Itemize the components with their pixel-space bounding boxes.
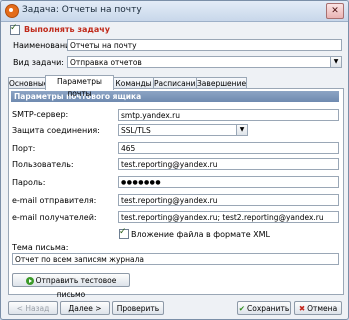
chevron-down-icon[interactable]: ▼ <box>330 57 341 67</box>
security-select[interactable]: SSL/TLS ▼ <box>118 124 248 136</box>
close-icon: ✖ <box>298 304 306 313</box>
save-label: Сохранить <box>247 304 290 313</box>
execute-task-label: Выполнять задачу <box>24 25 110 34</box>
mail-params-panel: Параметры почтового ящика SMTP-сервер: s… <box>8 88 344 299</box>
task-window: Задача: Отчеты на почту ✕ Выполнять зада… <box>0 0 349 320</box>
name-input[interactable]: Отчеты на почту <box>67 39 342 51</box>
app-icon <box>5 4 19 18</box>
back-button[interactable]: < Назад <box>8 301 58 315</box>
title-bar[interactable]: Задача: Отчеты на почту ✕ <box>1 1 348 22</box>
window-title: Задача: Отчеты на почту <box>22 5 142 15</box>
smtp-input[interactable]: smtp.yandex.ru <box>118 109 339 121</box>
to-input[interactable]: test.reporting@yandex.ru; test2.reportin… <box>118 211 339 223</box>
to-label: e-mail получателей: <box>12 213 97 222</box>
task-type-value: Отправка отчетов <box>70 58 142 67</box>
chevron-down-icon[interactable]: ▼ <box>236 125 247 135</box>
send-test-button[interactable]: Отправить тестовое письмо <box>12 273 130 299</box>
user-label: Пользователь: <box>12 160 74 169</box>
send-test-label: Отправить тестовое письмо <box>35 276 117 299</box>
attach-xml-checkbox[interactable] <box>119 227 129 239</box>
save-button[interactable]: ✔ Сохранить <box>237 301 291 315</box>
user-input[interactable]: test.reporting@yandex.ru <box>118 158 339 170</box>
subject-input[interactable]: Отчет по всем записям журнала <box>12 253 339 265</box>
cancel-button[interactable]: ✖ Отмена <box>294 301 342 315</box>
check-button[interactable]: Проверить <box>112 301 164 315</box>
execute-task-checkbox[interactable] <box>10 23 20 35</box>
security-label: Защита соединения: <box>12 126 100 135</box>
subject-label: Тема письма: <box>12 243 69 252</box>
port-label: Порт: <box>12 144 36 153</box>
password-input[interactable]: ●●●●●●● <box>118 176 339 188</box>
play-icon <box>25 277 34 285</box>
close-button[interactable]: ✕ <box>326 3 344 19</box>
from-label: e-mail отправителя: <box>12 196 97 205</box>
tab-mail-params[interactable]: Параметры почты <box>45 75 114 98</box>
security-value: SSL/TLS <box>121 126 151 135</box>
attach-xml-label: Вложение файла в формате XML <box>131 230 270 239</box>
port-input[interactable]: 465 <box>118 142 339 154</box>
panel-header: Параметры почтового ящика <box>11 91 339 102</box>
next-button[interactable]: Далее > <box>60 301 110 315</box>
password-label: Пароль: <box>12 178 46 187</box>
cancel-label: Отмена <box>307 304 338 313</box>
task-type-label: Вид задачи: <box>13 58 64 67</box>
from-input[interactable]: test.reporting@yandex.ru <box>118 194 339 206</box>
task-type-select[interactable]: Отправка отчетов ▼ <box>67 56 342 68</box>
smtp-label: SMTP-сервер: <box>12 110 69 119</box>
checkmark-icon: ✔ <box>238 304 246 313</box>
